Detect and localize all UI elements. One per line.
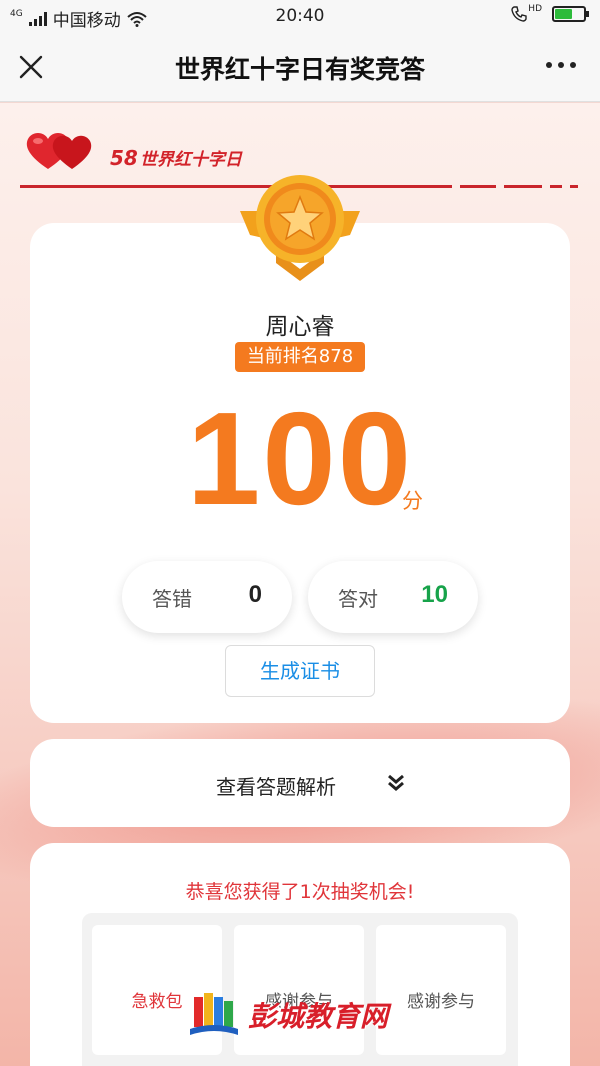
right-count-pill: 答对 10 — [308, 561, 478, 633]
wrong-count-pill: 答错 0 — [122, 561, 292, 633]
wrong-label: 答错 — [152, 587, 192, 611]
user-name: 周心睿 — [265, 314, 335, 340]
score-value: 100 — [186, 385, 414, 532]
status-time: 20:40 — [275, 6, 325, 26]
score-card: 周心睿 当前排名878 100 分 答错 0 答对 10 生成证书 — [30, 223, 570, 723]
medal-icon — [240, 175, 360, 281]
analysis-card[interactable]: 查看答题解析 — [30, 739, 570, 827]
generate-certificate-button[interactable]: 生成证书 — [225, 645, 375, 697]
page-title: 世界红十字日有奖竞答 — [174, 55, 425, 84]
rank-badge: 当前排名878 — [235, 342, 365, 372]
banner-label: 58 世界红十字日 — [110, 145, 242, 170]
double-chevron-down-icon — [388, 774, 404, 791]
battery-fill — [555, 9, 572, 19]
score-unit: 分 — [402, 489, 423, 513]
prize-label: 感谢参与 — [407, 992, 475, 1012]
right-label: 答对 — [338, 587, 378, 611]
content: 58 世界红十字日 周心睿 当前排名878 100 分 答错 0 答对 10 生成… — [0, 103, 600, 1066]
lottery-title: 恭喜您获得了1次抽奖机会! — [185, 881, 415, 903]
banner-line — [570, 185, 578, 188]
status-right: HD — [511, 4, 589, 22]
banner-text: 世界红十字日 — [139, 150, 242, 170]
call-hd-icon: HD — [511, 4, 542, 22]
banner-number: 58 — [110, 146, 138, 170]
analysis-label: 查看答题解析 — [216, 775, 336, 799]
battery-icon — [552, 6, 589, 22]
hearts-icon — [26, 133, 92, 169]
banner-line — [550, 185, 562, 188]
wrong-count: 0 — [248, 581, 262, 608]
prize-cell[interactable]: 感谢参与 — [376, 925, 506, 1055]
right-count: 10 — [421, 581, 448, 608]
nav-bar: 世界红十字日有奖竞答 — [0, 32, 600, 102]
banner-line — [504, 185, 542, 188]
banner-line — [460, 185, 496, 188]
more-icon[interactable] — [546, 62, 576, 68]
status-bar: 4G 中国移动 20:40 HD — [0, 0, 600, 32]
watermark: 彭城教育网 — [188, 990, 388, 1040]
hd-label: HD — [528, 4, 542, 14]
watermark-text: 彭城教育网 — [248, 1000, 389, 1033]
books-logo-icon — [190, 993, 238, 1035]
